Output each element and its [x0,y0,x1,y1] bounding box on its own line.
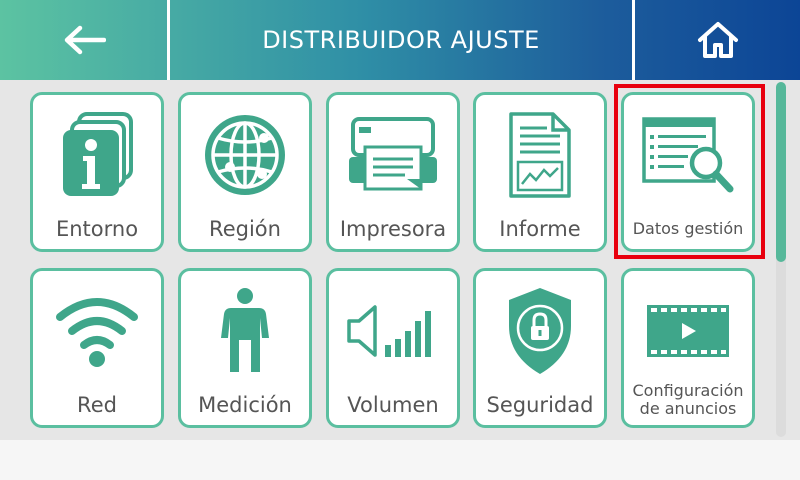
tile-label: Configuración de anuncios [624,379,752,421]
info-cards-icon [63,112,133,196]
printer-icon [349,117,437,191]
page-title: DISTRIBUIDOR AJUSTE [262,26,540,54]
home-icon [697,22,738,58]
scrollbar[interactable] [776,82,786,437]
tile-label: Volumen [347,392,439,417]
tile-label-line1: Configuración [632,380,744,400]
tile-label: Entorno [55,216,139,241]
wifi-icon [56,298,138,367]
tile-seguridad[interactable]: Seguridad [473,268,607,428]
person-icon [221,288,269,372]
selection-highlight [614,84,765,259]
home-button[interactable] [635,0,800,80]
volume-icon [347,305,431,357]
tile-impresora[interactable]: Impresora [326,92,460,252]
tile-label-line2: de anuncios [639,399,737,418]
scrollbar-thumb[interactable] [776,82,786,262]
tile-label: Red [77,392,117,417]
tile-label: Medición [198,392,292,417]
tile-entorno[interactable]: Entorno [30,92,164,252]
tile-volumen[interactable]: Volumen [326,268,460,428]
tile-red[interactable]: Red [30,268,164,428]
back-button[interactable] [0,0,167,80]
tile-configuracion-anuncios[interactable]: Configuración de anuncios [621,268,755,428]
tile-label: Informe [499,216,581,241]
tile-label: Impresora [339,216,447,241]
tile-informe[interactable]: Informe [473,92,607,252]
globe-icon [205,115,285,195]
shield-lock-icon [509,288,571,374]
tile-label: Región [209,216,281,241]
video-film-icon [647,305,729,357]
tile-region[interactable]: Región [178,92,312,252]
report-document-icon [509,112,571,198]
arrow-left-icon [64,25,106,55]
tile-label: Seguridad [486,392,594,417]
tile-medicion[interactable]: Medición [178,268,312,428]
